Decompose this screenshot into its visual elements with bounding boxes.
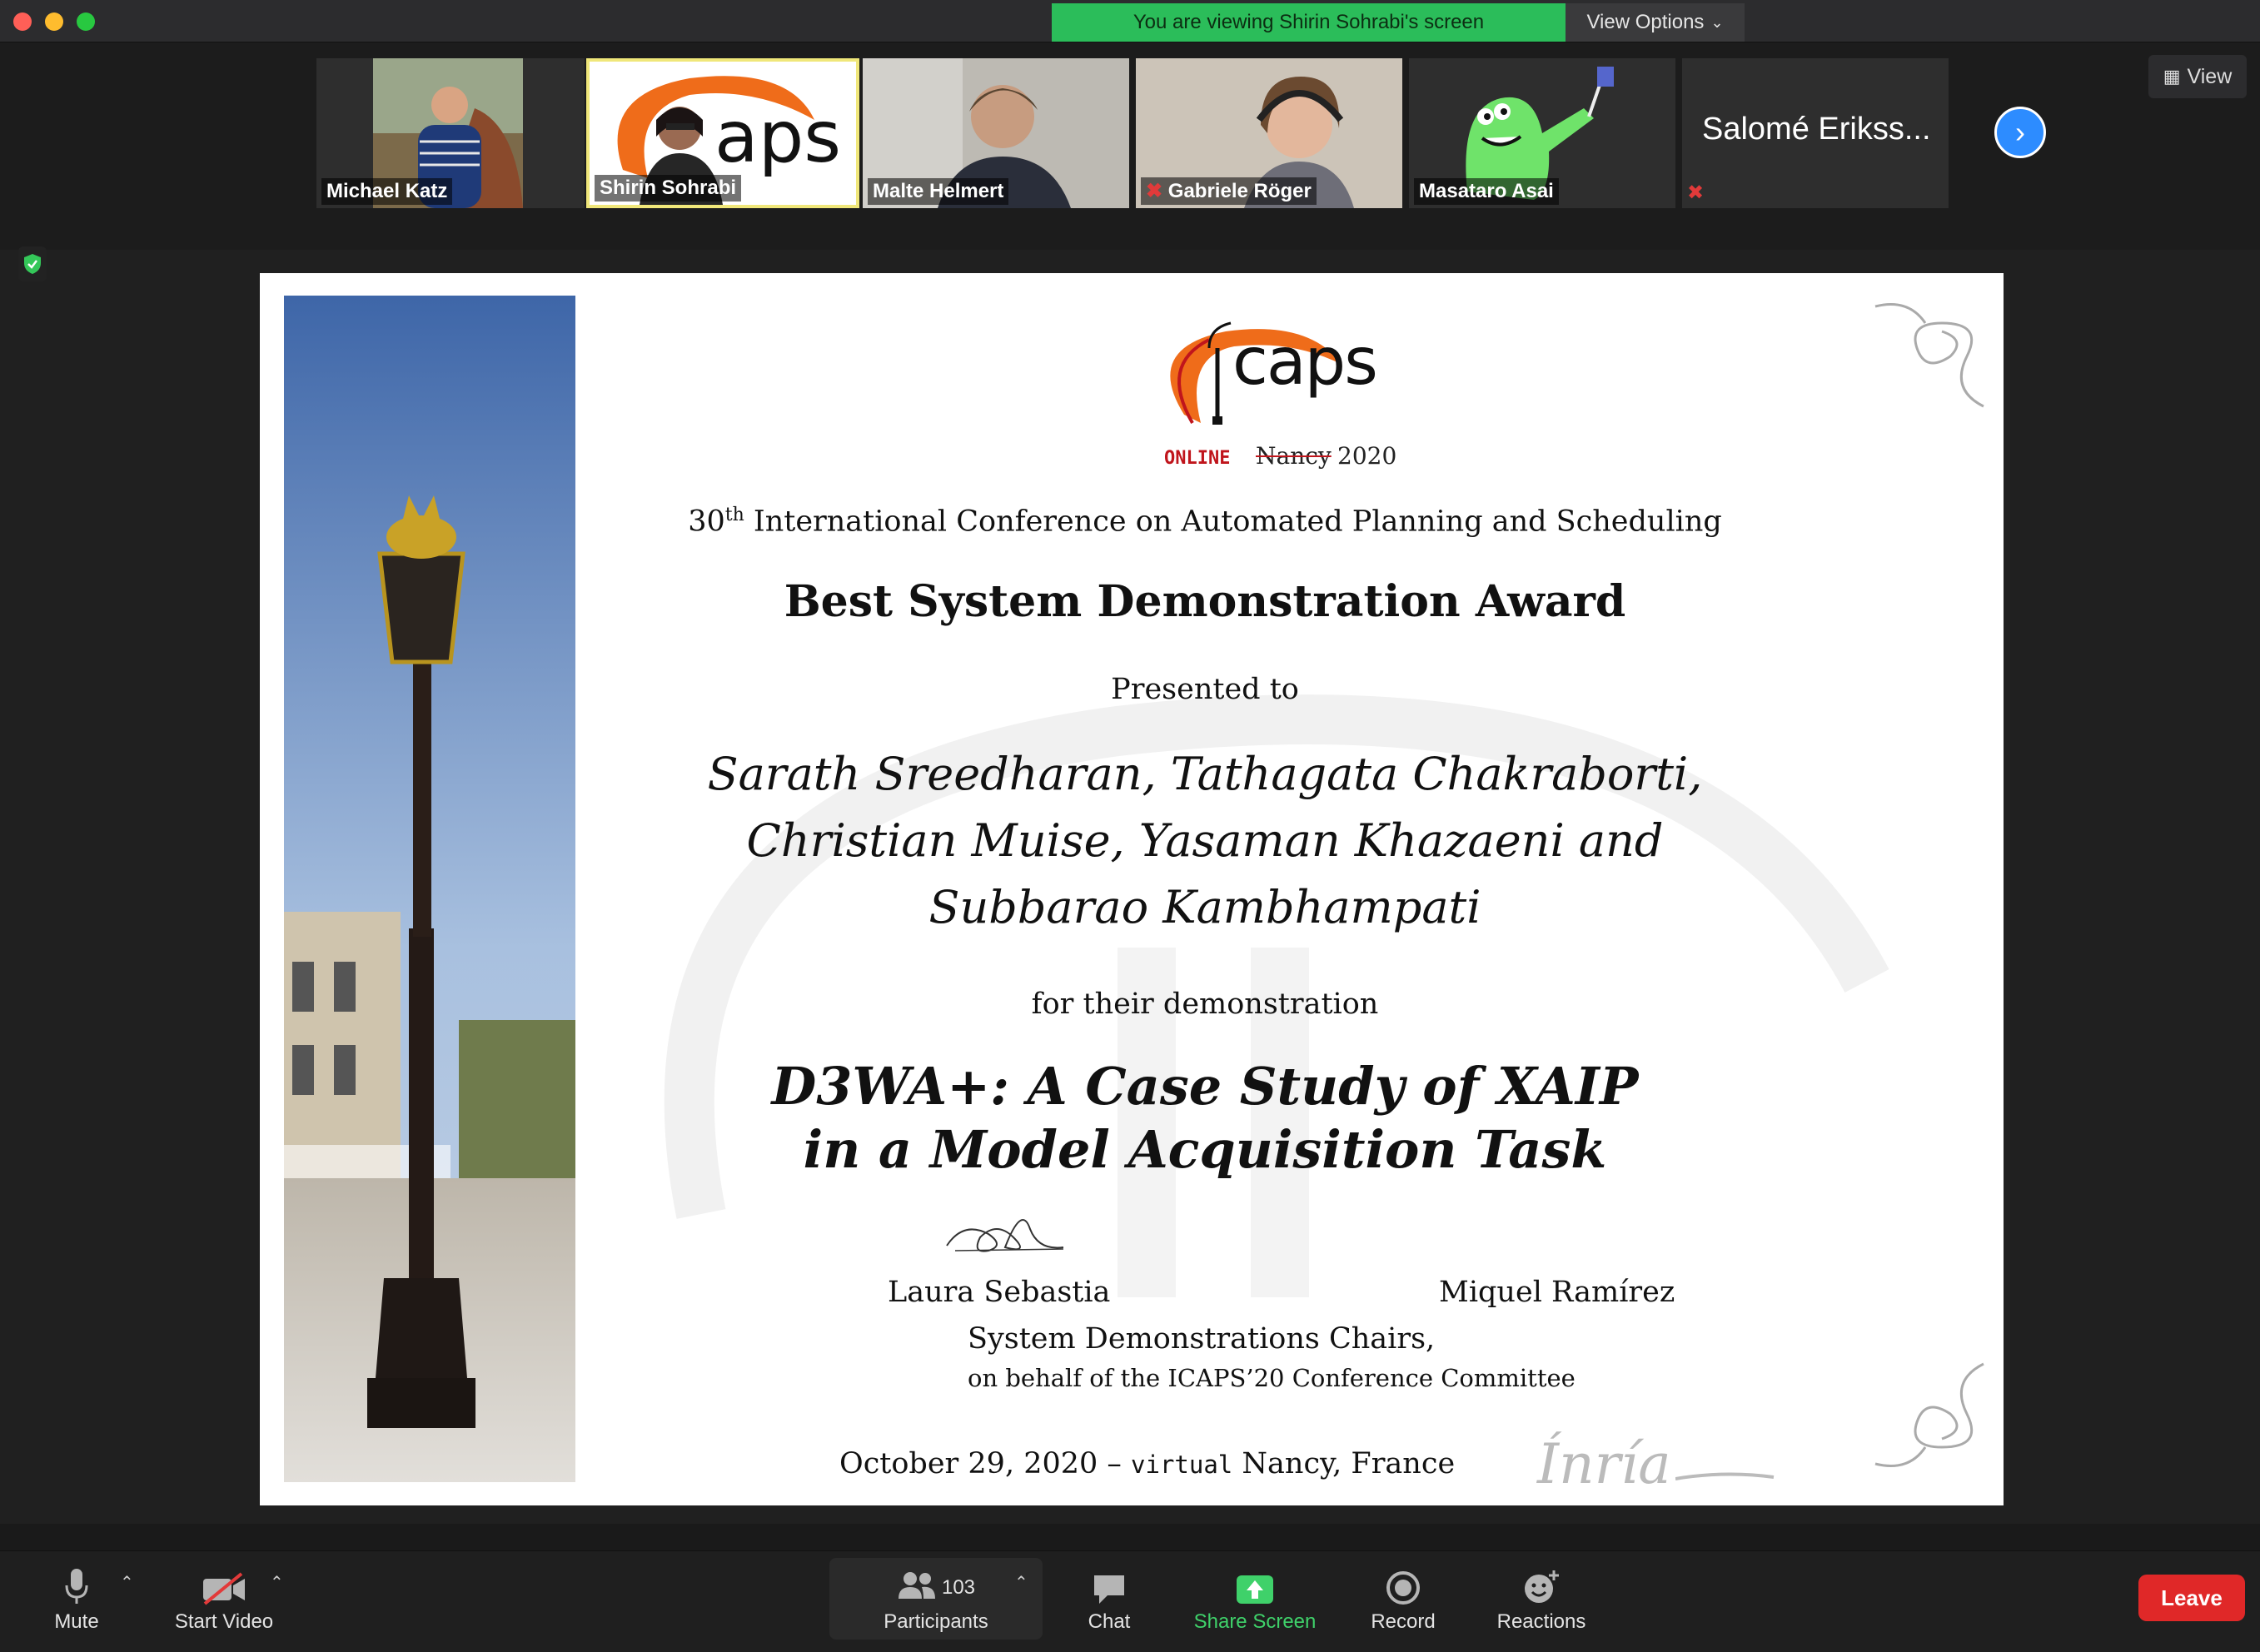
- participants-options-chevron-up-icon[interactable]: ⌃: [1014, 1572, 1028, 1593]
- participant-tile-active-speaker[interactable]: aps Shirin Sohrabi: [586, 58, 859, 208]
- chevron-right-icon: ›: [2015, 115, 2025, 149]
- grid-icon: ▦: [2163, 66, 2181, 87]
- audio-options-chevron-up-icon[interactable]: ⌃: [120, 1572, 134, 1593]
- conference-name: 30th International Conference on Automat…: [560, 505, 1850, 539]
- participant-tile[interactable]: Masataro Asai: [1409, 58, 1675, 208]
- participant-name: Malte Helmert: [868, 178, 1009, 205]
- mute-label: Mute: [54, 1610, 99, 1633]
- reactions-button[interactable]: Reactions: [1487, 1559, 1595, 1642]
- view-layout-label: View: [2187, 64, 2233, 88]
- start-video-button[interactable]: Start Video: [163, 1559, 285, 1642]
- view-options-button[interactable]: View Options ⌄: [1566, 3, 1745, 42]
- certificate-place: Nancy, France: [1242, 1447, 1456, 1480]
- recipients-line: Subbarao Kambhampati: [928, 881, 1481, 933]
- chat-label: Chat: [1088, 1610, 1131, 1633]
- inria-logo: Ínría: [1537, 1432, 1671, 1496]
- conference-ordinal: 30: [688, 505, 725, 539]
- participants-label: Participants: [884, 1610, 988, 1633]
- award-title: Best System Demonstration Award: [784, 576, 1626, 627]
- virtual-label: virtual: [1131, 1450, 1233, 1479]
- mute-button[interactable]: Mute: [33, 1559, 120, 1642]
- participants-icon: [898, 1572, 935, 1599]
- inria-logo-swash: [1675, 1472, 1775, 1480]
- icaps-logo-online: ONLINE: [1164, 448, 1231, 469]
- recipients-line: Sarath Sreedharan, Tathagata Chakraborti…: [707, 748, 1703, 800]
- signer-name: Laura Sebastia: [888, 1276, 1111, 1309]
- start-video-label: Start Video: [174, 1610, 274, 1633]
- on-behalf-line: on behalf of the ICAPS’20 Conference Com…: [968, 1364, 1576, 1392]
- shield-icon: [24, 254, 41, 274]
- icaps-logo-city: Nancy: [1256, 442, 1332, 470]
- signer-name: Miquel Ramírez: [1439, 1276, 1675, 1309]
- participant-tile[interactable]: ✖ Gabriele Röger: [1136, 58, 1402, 208]
- chat-bubble-icon: [1094, 1575, 1124, 1604]
- close-window-button[interactable]: [13, 12, 32, 31]
- record-icon: [1386, 1571, 1420, 1605]
- participant-tile[interactable]: Salomé Erikss... ✖: [1682, 58, 1949, 208]
- share-screen-icon: [1237, 1575, 1273, 1604]
- icaps-logo-year: 2020: [1337, 442, 1397, 470]
- microphone-icon: [65, 1569, 88, 1604]
- participant-name-large: Salomé Erikss...: [1702, 112, 1931, 147]
- video-options-chevron-up-icon[interactable]: ⌃: [270, 1572, 284, 1593]
- participant-name: Michael Katz: [321, 178, 453, 205]
- demonstration-title: in a Model Acquisition Task: [803, 1119, 1607, 1180]
- participant-name-text: Gabriele Röger: [1167, 180, 1312, 202]
- microphone-muted-icon: ✖: [1687, 182, 1705, 204]
- participant-name: ✖ Gabriele Röger: [1141, 177, 1317, 205]
- participant-name: Shirin Sohrabi: [595, 175, 742, 202]
- share-screen-label: Share Screen: [1193, 1610, 1317, 1633]
- participant-name: Masataro Asai: [1414, 178, 1559, 205]
- conference-ordinal-suffix: th: [724, 505, 744, 525]
- record-button[interactable]: Record: [1357, 1559, 1449, 1642]
- corner-flourish-top-right: [1874, 303, 1984, 408]
- participant-tile[interactable]: Malte Helmert: [863, 58, 1129, 208]
- view-options-label: View Options: [1586, 11, 1705, 33]
- viewing-screen-banner: You are viewing Shirin Sohrabi's screen: [1052, 3, 1566, 42]
- minimize-window-button[interactable]: [45, 12, 63, 31]
- chairs-title: System Demonstrations Chairs,: [968, 1322, 1436, 1356]
- demonstration-title: D3WA+: A Case Study of XAIP: [771, 1056, 1639, 1117]
- signature-image: [946, 1219, 1064, 1252]
- next-page-button[interactable]: ›: [1994, 107, 2046, 158]
- conference-title: International Conference on Automated Pl…: [753, 505, 1722, 539]
- nancy-lamppost-photo: [284, 296, 575, 1482]
- maximize-window-button[interactable]: [77, 12, 95, 31]
- participants-icon-row: 103: [897, 1570, 975, 1605]
- share-screen-button[interactable]: Share Screen: [1186, 1559, 1324, 1642]
- smiley-face-plus-icon: [1525, 1570, 1559, 1603]
- photo-image: [284, 296, 575, 1482]
- presented-to-label: Presented to: [1111, 673, 1299, 706]
- icaps-logo-word: caps: [1232, 325, 1378, 400]
- view-layout-button[interactable]: ▦ View: [2148, 55, 2247, 98]
- record-label: Record: [1371, 1610, 1436, 1633]
- for-their-demonstration-label: for their demonstration: [1031, 988, 1379, 1021]
- svg-text:aps: aps: [714, 96, 841, 179]
- participants-button[interactable]: 103 Participants: [866, 1559, 1006, 1642]
- leave-meeting-button[interactable]: Leave: [2138, 1575, 2245, 1621]
- participants-count: 103: [941, 1576, 976, 1599]
- chevron-down-icon: ⌄: [1710, 13, 1724, 31]
- date-place-line: October 29, 2020 – virtual Nancy, France: [839, 1447, 1455, 1480]
- participant-tile[interactable]: Michael Katz: [316, 58, 585, 208]
- recipients-line: Christian Muise, Yasaman Khazaeni and: [746, 814, 1664, 867]
- certificate-date: October 29, 2020 –: [839, 1447, 1122, 1480]
- watermark-graphic: [664, 694, 1889, 1297]
- chat-button[interactable]: Chat: [1068, 1559, 1151, 1642]
- video-camera-off-icon: [203, 1572, 245, 1605]
- reactions-label: Reactions: [1496, 1610, 1586, 1633]
- security-shield-icon[interactable]: [18, 246, 47, 281]
- corner-flourish-bottom-right: [1874, 1362, 1984, 1467]
- microphone-muted-icon: ✖: [1146, 180, 1163, 202]
